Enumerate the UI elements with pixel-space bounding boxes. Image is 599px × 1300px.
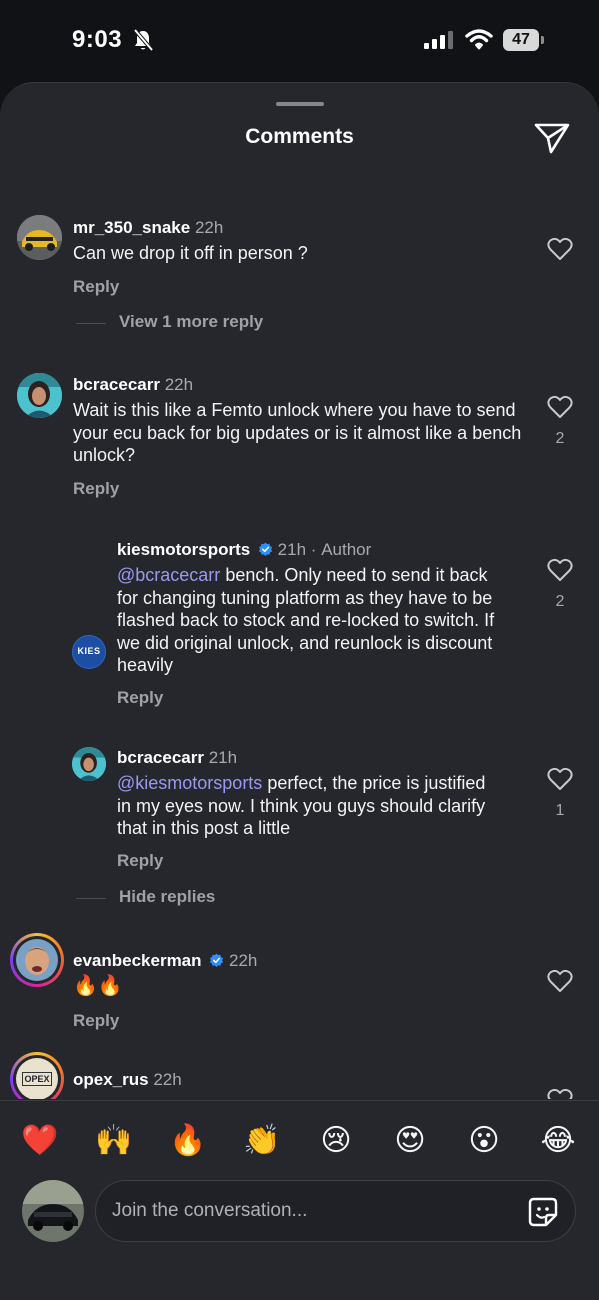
emoji-quick-bar: ❤️ 🙌 🔥 👏 😢 😍 😮 😂 <box>0 1100 599 1180</box>
comment-time: 22h <box>229 951 258 970</box>
mention-link[interactable]: @kiesmotorsports <box>117 773 262 793</box>
thread-line <box>76 898 106 899</box>
status-time: 9:03 <box>72 26 123 53</box>
comment-text: Can we drop it off in person ? <box>73 243 308 263</box>
emoji-sad-button[interactable]: 😢 <box>316 1121 356 1161</box>
avatar-logo-text: KIES <box>77 646 101 656</box>
thread-line <box>76 323 106 324</box>
comment-composer <box>0 1180 599 1300</box>
status-bar: 9:03 47 <box>0 0 599 82</box>
avatar[interactable] <box>17 215 62 260</box>
like-heart-icon[interactable] <box>547 969 573 993</box>
hide-replies-link[interactable]: Hide replies <box>119 887 215 907</box>
battery-indicator: 47 <box>503 29 539 51</box>
comment-time: 22h <box>153 1070 182 1089</box>
comment-username[interactable]: opex_rus <box>73 1070 149 1089</box>
current-user-avatar <box>22 1180 84 1242</box>
emoji-clap-button[interactable]: 👏 <box>242 1121 282 1161</box>
avatar-story-ring[interactable]: OPEX <box>10 1052 64 1099</box>
reply-time: 21h <box>277 540 307 559</box>
like-count: 2 <box>555 593 565 610</box>
reply-text: @bcracecarr bench. Only need to send it … <box>117 564 507 677</box>
view-more-replies-link[interactable]: View 1 more reply <box>119 312 263 332</box>
comment-time: 22h <box>194 218 224 237</box>
sticker-icon[interactable] <box>527 1196 559 1228</box>
avatar-story-ring[interactable] <box>10 933 64 987</box>
avatar[interactable] <box>17 373 62 418</box>
avatar-person-image <box>72 747 106 781</box>
reply-button[interactable]: Reply <box>117 688 163 708</box>
emoji-fire-button[interactable]: 🔥 <box>168 1121 208 1161</box>
avatar-car-image <box>22 1180 84 1242</box>
like-heart-icon[interactable] <box>547 395 573 419</box>
like-heart-icon[interactable] <box>547 1088 573 1099</box>
like-heart-icon[interactable] <box>547 767 573 791</box>
reply-username[interactable]: kiesmotorsports <box>117 540 250 559</box>
bell-muted-icon <box>133 28 154 52</box>
reply-button[interactable]: Reply <box>73 479 119 499</box>
comment-text: Wait is this like a Femto unlock where y… <box>73 400 522 465</box>
emoji-raised-hands-button[interactable]: 🙌 <box>94 1121 134 1161</box>
avatar-car-image <box>17 215 62 260</box>
avatar-plate-text: OPEX <box>22 1072 52 1086</box>
author-tag: Author <box>321 540 372 559</box>
comment-username[interactable]: mr_350_snake <box>73 218 190 237</box>
reply-time: 21h <box>208 748 238 767</box>
emoji-heart-button[interactable]: ❤️ <box>20 1121 60 1161</box>
verified-badge-icon <box>258 542 272 557</box>
verified-badge-icon <box>210 953 224 968</box>
like-count: 1 <box>555 802 565 819</box>
drag-handle[interactable] <box>276 102 324 106</box>
avatar-person-image <box>16 939 58 981</box>
reply-button[interactable]: Reply <box>73 1011 119 1031</box>
comment-list[interactable]: mr_350_snake 22h Can we drop it off in p… <box>0 179 599 1099</box>
avatar-plate-image: OPEX <box>16 1058 58 1099</box>
avatar[interactable]: KIES <box>72 635 106 669</box>
dot-separator-icon: · <box>310 540 317 559</box>
comment-time: 22h <box>164 375 194 394</box>
emoji-heart-eyes-button[interactable]: 😍 <box>390 1121 430 1161</box>
sheet-title: Comments <box>245 125 354 148</box>
wifi-icon <box>465 29 493 50</box>
reply-text: @kiesmotorsports perfect, the price is j… <box>117 772 497 840</box>
avatar-person-image <box>17 373 62 418</box>
battery-tip <box>541 36 544 44</box>
comment-input-container[interactable] <box>95 1180 576 1242</box>
reply-button[interactable]: Reply <box>73 277 119 297</box>
comment-text: 🔥🔥 <box>73 975 123 997</box>
comment-input[interactable] <box>112 1195 512 1227</box>
share-send-icon[interactable] <box>533 121 571 155</box>
mention-link[interactable]: @bcracecarr <box>117 565 220 585</box>
like-count: 2 <box>555 430 565 447</box>
cellular-signal-icon <box>424 31 453 49</box>
avatar[interactable] <box>72 747 106 781</box>
emoji-surprised-button[interactable]: 😮 <box>464 1121 504 1161</box>
emoji-laughing-button[interactable]: 😂 <box>538 1121 578 1161</box>
reply-button[interactable]: Reply <box>117 851 163 871</box>
like-heart-icon[interactable] <box>547 558 573 582</box>
reply-username[interactable]: bcracecarr <box>117 748 204 767</box>
comment-username[interactable]: evanbeckerman <box>73 951 202 970</box>
like-heart-icon[interactable] <box>547 237 573 261</box>
comment-username[interactable]: bcracecarr <box>73 375 160 394</box>
